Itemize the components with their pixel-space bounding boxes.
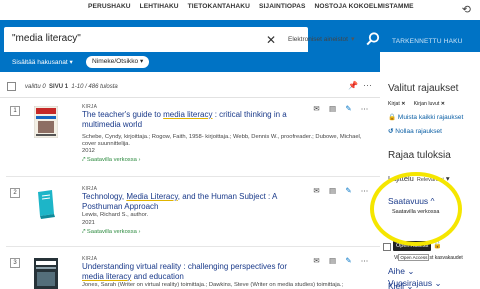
select-all-checkbox[interactable] [7,82,16,91]
top-navigation: PERUSHAKU LEHTIHAKU TIETOKANTAHAKU SIJAI… [0,0,480,20]
result-item: 2 KIRJA Technology, Media Literacy, and … [0,180,380,250]
result-number[interactable]: 1 [10,106,20,116]
nav-link-lehtihaku[interactable]: LEHTIHAKU [140,3,179,10]
result-actions: ✉ ▤ ✎ ⋯ [312,186,369,195]
result-item: 3 KIRJA Understanding virtual reality : … [0,250,380,289]
book-cover-image[interactable] [34,106,58,138]
ebook-icon[interactable] [34,188,58,220]
pin-icon[interactable]: ✎ [344,256,353,265]
include-terms-label: Sisältää hakusanat [12,59,68,66]
divider [6,176,380,177]
nav-link-perushaku[interactable]: PERUSHAKU [88,3,131,10]
result-authors: Jones, Sarah (Writer on virtual reality)… [82,282,344,288]
results-toolbar: valittu 0 SIVU 1 1-10 / 486 tulosta 📌 ⋯ [0,76,380,98]
result-actions: ✉ ▤ ✎ ⋯ [312,104,369,113]
more-options-icon[interactable]: ⋯ [360,186,369,195]
remember-filters-toggle[interactable]: 🔒 Muista kaikki rajaukset [388,113,463,121]
search-options-band: Sisältää hakusanat ▾ Nimeke/Otsikko ▾ [0,52,380,72]
available-online-link[interactable]: ⤤ Saatavilla verkossa › [82,229,140,236]
pin-icon[interactable]: 📌 [348,81,358,90]
pin-icon[interactable]: ✎ [344,186,353,195]
email-icon[interactable]: ✉ [312,104,321,113]
filter-chip-kirjat[interactable]: Kirjat ✕ [388,101,406,107]
result-title-link[interactable]: The teacher's guide to media literacy : … [82,110,302,129]
facet-language[interactable]: Kieli ⌄ [388,281,414,289]
selected-filters-heading: Valitut rajaukset [388,83,459,94]
sort-field-label: Nimeke/Otsikko [92,58,139,65]
more-options-icon[interactable]: ⋯ [363,80,372,91]
divider [6,246,380,247]
highlight-term: Media Literacy [126,192,178,201]
book-cover-image[interactable] [34,258,58,289]
sort-field-pill[interactable]: Nimeke/Otsikko ▾ [86,56,150,68]
filter-chip-kirjan-luvut[interactable]: Kirjan luvut ✕ [414,101,445,107]
highlight-term: media literacy [82,271,132,281]
result-item: 1 KIRJA The teacher's guide to media lit… [0,98,380,180]
results-summary: valittu 0 SIVU 1 1-10 / 486 tulosta [25,84,118,90]
open-access-tooltip: Open Access [398,254,430,261]
export-icon[interactable]: ▤ [328,186,337,195]
close-icon: ✕ [440,101,446,107]
reset-filters-link[interactable]: ↺ Nollaa rajaukset [388,127,442,135]
chevron-down-icon[interactable]: ▾ [351,35,355,43]
search-icon[interactable] [366,32,380,46]
result-year: 2021 [82,220,95,226]
result-year: 2012 [82,148,95,154]
nav-link-tietokantahaku[interactable]: TIETOKANTAHAKU [188,3,250,10]
result-title-link[interactable]: Technology, Media Literacy, and the Huma… [82,192,302,211]
yellow-highlight-annotation [370,172,462,246]
available-online-link[interactable]: ⤤ Saatavilla verkossa › [82,157,140,164]
include-terms-select[interactable]: Sisältää hakusanat ▾ [12,58,73,66]
more-options-icon[interactable]: ⋯ [360,104,369,113]
close-icon: ✕ [401,101,406,107]
search-box: ✕ Elektroniset aineistot ▾ [4,27,355,55]
email-icon[interactable]: ✉ [312,256,321,265]
highlight-term: media literacy [163,110,213,119]
result-title-link[interactable]: Understanding virtual reality : challeng… [82,262,302,281]
advanced-search-link[interactable]: TARKENNETTU HAKU [392,38,463,45]
search-scope-select[interactable]: Elektroniset aineistot [288,36,348,43]
clear-search-icon[interactable]: ✕ [266,33,276,47]
result-actions: ✉ ▤ ✎ ⋯ [312,256,369,265]
nav-links: PERUSHAKU LEHTIHAKU TIETOKANTAHAKU SIJAI… [88,3,414,10]
lock-icon: 🔒 [388,114,397,121]
facet-subject[interactable]: Aihe ⌄ [388,266,415,277]
search-input[interactable] [12,33,252,44]
results-list: 1 KIRJA The teacher's guide to media lit… [0,98,380,289]
nav-link-sijaintiopas[interactable]: SIJAINTIOPAS [259,3,306,10]
export-icon[interactable]: ▤ [328,256,337,265]
export-icon[interactable]: ▤ [328,104,337,113]
facet-option-other[interactable]: Vi Open Access st kasvakaudet [394,254,463,261]
history-icon[interactable]: ⟲ [462,3,471,16]
selected-filter-chips: Kirjat ✕ Kirjan luvut ✕ [388,101,445,107]
result-authors: Schebe, Cyndy, kirjoittaja.; Rogow, Fait… [82,134,362,147]
reset-icon: ↺ [388,128,394,135]
nav-link-nostoja[interactable]: NOSTOJA KOKOELMISTAMME [315,3,414,10]
result-authors: Lewis, Richard S., author. [82,212,149,218]
more-options-icon[interactable]: ⋯ [360,256,369,265]
refine-heading: Rajaa tuloksia [388,150,451,161]
pin-icon[interactable]: ✎ [344,104,353,113]
email-icon[interactable]: ✉ [312,186,321,195]
result-number[interactable]: 2 [10,188,20,198]
result-number[interactable]: 3 [10,258,20,268]
